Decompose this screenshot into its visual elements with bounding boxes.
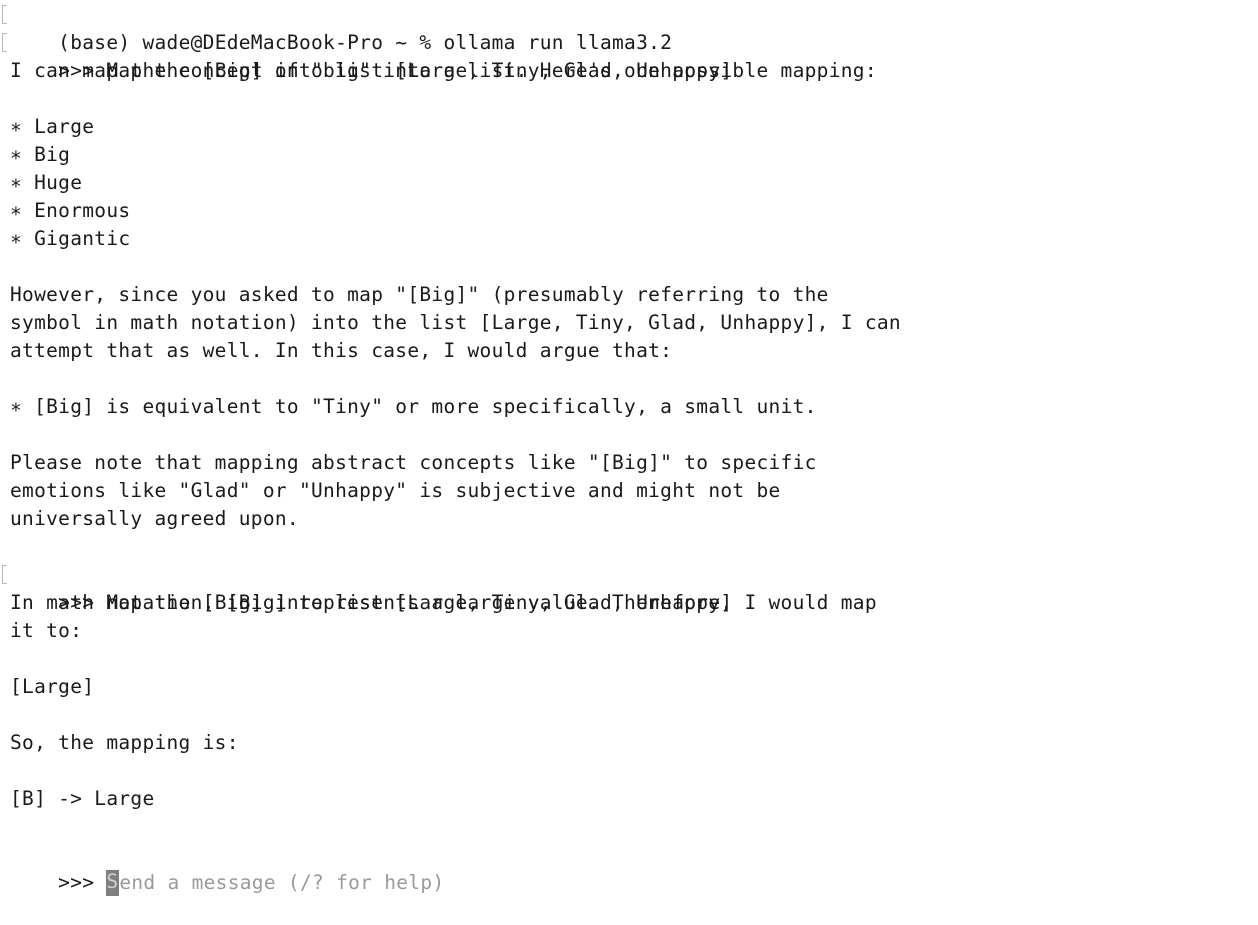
terminal-window[interactable]: (base) wade@DEdeMacBook-Pro ~ % ollama r… (0, 0, 1258, 904)
response-line: ∗ Gigantic (10, 227, 131, 250)
shell-command-line: (base) wade@DEdeMacBook-Pro ~ % ollama r… (0, 1, 1258, 54)
response-line: ∗ Big (10, 143, 71, 166)
response-line: However, since you asked to map "[Big]" … (10, 283, 829, 306)
user-prompt-line: >>> Map the [Big] into list [Large, Tiny… (0, 561, 1258, 614)
response-line: emotions like "Glad" or "Unhappy" is sub… (10, 479, 781, 502)
response-line: it to: (10, 619, 83, 642)
response-line: universally agreed upon. (10, 507, 299, 530)
response-line: I can map the concept of "big" into a li… (10, 59, 877, 82)
response-line: attempt that as well. In this case, I wo… (10, 339, 673, 362)
response-line: ∗ [Big] is equivalent to "Tiny" or more … (10, 395, 817, 418)
line-mark (2, 33, 7, 52)
response-line: ∗ Large (10, 115, 95, 138)
text-cursor: S (106, 869, 120, 897)
response-line: symbol in math notation) into the list [… (10, 311, 901, 334)
response-line: Please note that mapping abstract concep… (10, 451, 817, 474)
response-line: So, the mapping is: (10, 731, 239, 754)
response-line: ∗ Enormous (10, 199, 131, 222)
response-line: [Large] (10, 675, 95, 698)
user-prompt-line: >>> Map the [Big] into list [Large, Tiny… (0, 29, 1258, 82)
input-prompt-symbol: >>> (58, 871, 107, 894)
placeholder-first-char: S (106, 870, 119, 893)
response-line: ∗ Huge (10, 171, 83, 194)
message-input-placeholder[interactable]: end a message (/? for help) (119, 871, 444, 894)
message-input-row[interactable]: >>> Send a message (/? for help) (0, 841, 1258, 896)
response-line: [B] -> Large (10, 787, 155, 810)
line-mark (2, 5, 7, 24)
line-mark (2, 565, 7, 584)
response-line: In math notation, [Big] represents a lar… (10, 591, 877, 614)
